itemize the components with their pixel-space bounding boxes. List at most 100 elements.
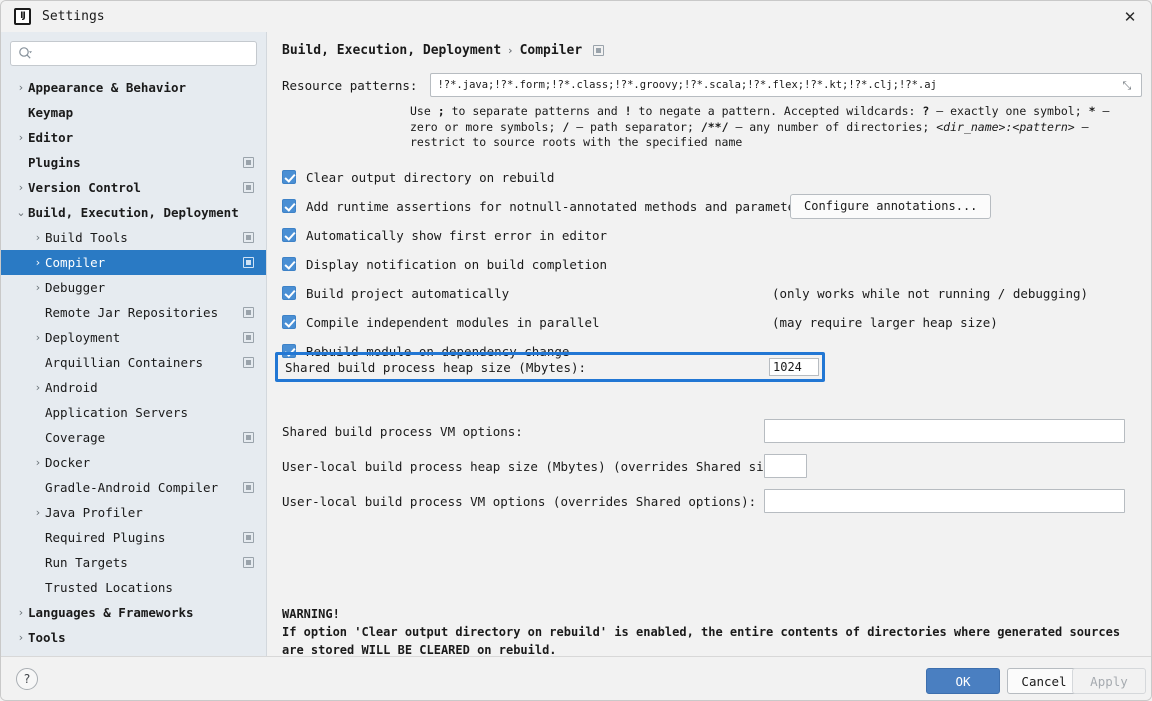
chevron-right-icon[interactable]: › xyxy=(14,82,28,93)
sidebar-item-label: Keymap xyxy=(28,105,74,120)
settings-main-panel: Build, Execution, Deployment › Compiler … xyxy=(268,32,1151,656)
sidebar-item-label: Debugger xyxy=(45,280,106,295)
help-segment: to negate a pattern. Accepted wildcards: xyxy=(631,104,923,118)
search-input[interactable] xyxy=(36,45,246,62)
sidebar-item-compiler[interactable]: › Compiler xyxy=(1,250,266,275)
dialog-footer: ? OK Cancel Apply xyxy=(1,656,1151,700)
sidebar-item-trusted-locations[interactable]: Trusted Locations xyxy=(1,575,266,600)
sidebar-item-label: Plugins xyxy=(28,155,81,170)
chevron-right-icon[interactable]: › xyxy=(31,382,45,393)
checkbox-label[interactable]: Add runtime assertions for notnull-annot… xyxy=(306,199,810,214)
breadcrumb-root[interactable]: Build, Execution, Deployment xyxy=(282,43,501,58)
checkbox-row: Compile independent modules in parallel (… xyxy=(282,308,1151,337)
help-segment: – any number of directories; xyxy=(728,119,937,134)
search-icon xyxy=(18,46,33,61)
field-row: Shared build process VM options: xyxy=(282,419,523,443)
sidebar-item-docker[interactable]: › Docker xyxy=(1,450,266,475)
ok-button[interactable]: OK xyxy=(926,668,1000,694)
help-segment: /**/ xyxy=(700,119,729,134)
sidebar-item-remote-jar-repositories[interactable]: Remote Jar Repositories xyxy=(1,300,266,325)
window-title: Settings xyxy=(42,9,105,24)
sidebar-item-coverage[interactable]: Coverage xyxy=(1,425,266,450)
sidebar-item-java-profiler[interactable]: › Java Profiler xyxy=(1,500,266,525)
field-label: User-local build process VM options (ove… xyxy=(282,493,757,509)
sidebar-item-version-control[interactable]: › Version Control xyxy=(1,175,266,200)
settings-tree: › Appearance & Behavior Keymap › Editor Plugi… xyxy=(1,72,266,650)
input-user-local-build-process-vm-options-overrides-shared-options[interactable] xyxy=(764,489,1125,513)
cancel-button[interactable]: Cancel xyxy=(1007,668,1081,694)
chevron-right-icon[interactable]: › xyxy=(31,457,45,468)
sidebar-item-arquillian-containers[interactable]: Arquillian Containers xyxy=(1,350,266,375)
checkbox-label[interactable]: Automatically show first error in editor xyxy=(306,228,607,243)
help-segment: ! xyxy=(624,104,632,118)
sidebar-item-editor[interactable]: › Editor xyxy=(1,125,266,150)
sidebar-item-label: Gradle-Android Compiler xyxy=(45,480,219,495)
sidebar-item-keymap[interactable]: Keymap xyxy=(1,100,266,125)
help-segment: ; xyxy=(437,104,445,118)
checkbox-build-project-automatically[interactable] xyxy=(282,286,296,300)
chevron-right-icon[interactable]: › xyxy=(31,257,45,268)
sidebar-item-deployment[interactable]: › Deployment xyxy=(1,325,266,350)
checkbox-label[interactable]: Compile independent modules in parallel xyxy=(306,315,600,330)
resource-patterns-field[interactable]: !?*.java;!?*.form;!?*.class;!?*.groovy;!… xyxy=(430,73,1143,97)
shared-heap-size-row[interactable]: Shared build process heap size (Mbytes): xyxy=(275,352,825,382)
sidebar-item-build-tools[interactable]: › Build Tools xyxy=(1,225,266,250)
expand-icon[interactable]: ⤡ xyxy=(1122,79,1135,92)
checkbox-clear-output-directory-on-rebuild[interactable] xyxy=(282,170,296,184)
chevron-right-icon[interactable]: › xyxy=(31,232,45,243)
sidebar-item-debugger[interactable]: › Debugger xyxy=(1,275,266,300)
sidebar-item-gradle-android-compiler[interactable]: Gradle-Android Compiler xyxy=(1,475,266,500)
search-box[interactable] xyxy=(10,41,257,66)
close-icon[interactable]: ✕ xyxy=(1107,1,1151,32)
input-user-local-build-process-heap-size-mbytes-overrides-shared-size[interactable] xyxy=(764,454,807,478)
help-segment: to separate patterns and xyxy=(444,104,625,118)
sidebar-item-required-plugins[interactable]: Required Plugins xyxy=(1,525,266,550)
chevron-right-icon[interactable]: › xyxy=(31,507,45,518)
chevron-right-icon[interactable]: › xyxy=(31,282,45,293)
sidebar-item-label: Arquillian Containers xyxy=(45,355,204,370)
shared-heap-size-input[interactable] xyxy=(769,358,819,376)
checkbox-compile-independent-modules-in-parallel[interactable] xyxy=(282,315,296,329)
sidebar-item-label: Languages & Frameworks xyxy=(28,605,194,620)
sidebar-item-label: Version Control xyxy=(28,180,141,195)
chevron-right-icon[interactable]: › xyxy=(14,182,28,193)
sidebar-item-label: Remote Jar Repositories xyxy=(45,305,219,320)
apply-button: Apply xyxy=(1072,668,1146,694)
chevron-down-icon[interactable]: ⌄ xyxy=(14,207,28,218)
sidebar-item-label: Android xyxy=(45,380,98,395)
breadcrumb: Build, Execution, Deployment › Compiler xyxy=(282,43,1151,58)
checkbox-automatically-show-first-error-in-editor[interactable] xyxy=(282,228,296,242)
input-shared-build-process-vm-options[interactable] xyxy=(764,419,1125,443)
project-scope-icon xyxy=(243,557,254,568)
sidebar-item-label: Compiler xyxy=(45,255,106,270)
sidebar-item-languages-frameworks[interactable]: › Languages & Frameworks xyxy=(1,600,266,625)
sidebar-item-run-targets[interactable]: Run Targets xyxy=(1,550,266,575)
chevron-right-icon[interactable]: › xyxy=(14,132,28,143)
field-row: User-local build process heap size (Mbyt… xyxy=(282,454,794,478)
project-scope-icon xyxy=(243,257,254,268)
help-segment: <dir_name>:<pattern> xyxy=(936,119,1075,134)
checkbox-label[interactable]: Clear output directory on rebuild xyxy=(306,170,554,185)
help-icon[interactable]: ? xyxy=(16,668,38,690)
configure-annotations-button[interactable]: Configure annotations... xyxy=(790,193,992,219)
sidebar-item-build-execution-deployment[interactable]: ⌄ Build, Execution, Deployment xyxy=(1,200,266,225)
sidebar-item-application-servers[interactable]: Application Servers xyxy=(1,400,266,425)
checkbox-display-notification-on-build-completion[interactable] xyxy=(282,257,296,271)
sidebar-item-appearance-behavior[interactable]: › Appearance & Behavior xyxy=(1,75,266,100)
checkbox-label[interactable]: Display notification on build completion xyxy=(306,257,607,272)
project-scope-icon xyxy=(243,182,254,193)
checkbox-row: Build project automatically (only works w… xyxy=(282,279,1151,308)
sidebar-item-android[interactable]: › Android xyxy=(1,375,266,400)
sidebar-item-plugins[interactable]: Plugins xyxy=(1,150,266,175)
chevron-right-icon[interactable]: › xyxy=(31,332,45,343)
sidebar-item-label: Deployment xyxy=(45,330,121,345)
resource-patterns-row: Resource patterns: !?*.java;!?*.form;!?*… xyxy=(282,73,1151,97)
sidebar-item-label: Application Servers xyxy=(45,405,188,420)
chevron-right-icon[interactable]: › xyxy=(14,607,28,618)
checkbox-add-runtime-assertions-for-notnull-annotated-methods-and-parameters[interactable] xyxy=(282,199,296,213)
project-scope-icon xyxy=(243,332,254,343)
checkbox-label[interactable]: Build project automatically xyxy=(306,286,509,301)
checkbox-hint: (may require larger heap size) xyxy=(772,314,998,330)
sidebar-item-tools[interactable]: › Tools xyxy=(1,625,266,650)
chevron-right-icon[interactable]: › xyxy=(14,632,28,643)
